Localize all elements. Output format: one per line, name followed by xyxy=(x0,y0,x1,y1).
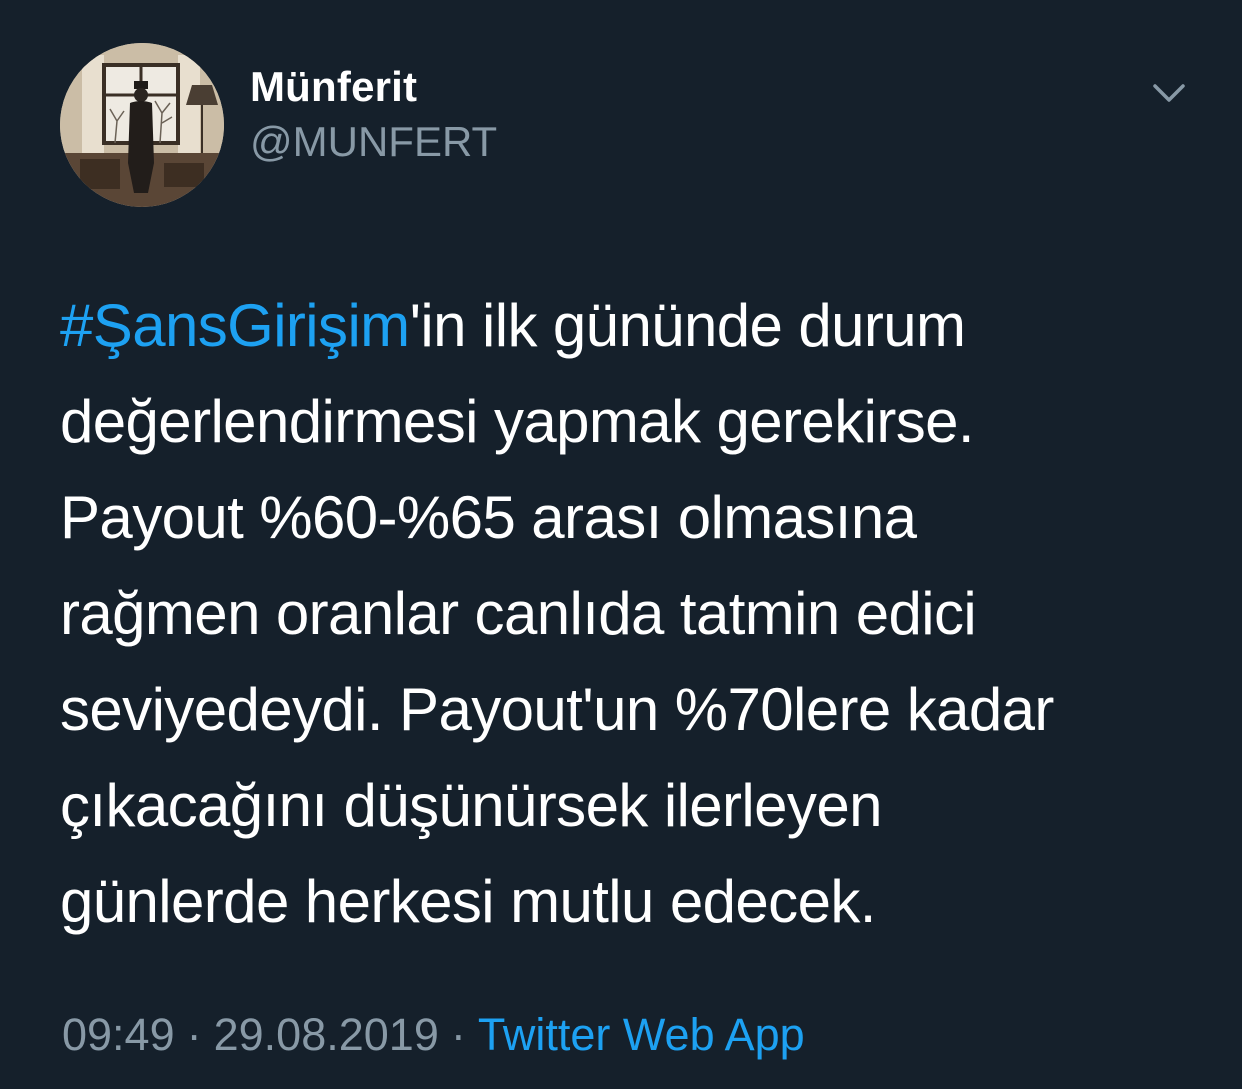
tweet-source-link[interactable]: Twitter Web App xyxy=(478,1009,805,1060)
tweet-text: #ŞansGirişim'in ilk gününde durum değerl… xyxy=(60,278,1200,950)
avatar-illustration xyxy=(60,43,224,207)
tweet-text-body: 'in ilk gününde durum değerlendirmesi ya… xyxy=(60,292,1054,935)
hashtag-link[interactable]: #ŞansGirişim xyxy=(60,292,410,359)
tweet-time[interactable]: 09:49 xyxy=(62,1009,175,1060)
meta-separator: · xyxy=(450,1009,466,1060)
avatar[interactable] xyxy=(60,43,224,207)
meta-separator: · xyxy=(186,1009,202,1060)
tweet-card: Münferit @MUNFERT #ŞansGirişim'in ilk gü… xyxy=(0,0,1242,1089)
chevron-down-icon[interactable] xyxy=(1146,72,1192,112)
author-display-name[interactable]: Münferit xyxy=(250,62,417,112)
author-handle[interactable]: @MUNFERT xyxy=(250,117,497,167)
tweet-date[interactable]: 29.08.2019 xyxy=(214,1009,439,1060)
tweet-meta: 09:49 · 29.08.2019 · Twitter Web App xyxy=(62,1008,805,1062)
